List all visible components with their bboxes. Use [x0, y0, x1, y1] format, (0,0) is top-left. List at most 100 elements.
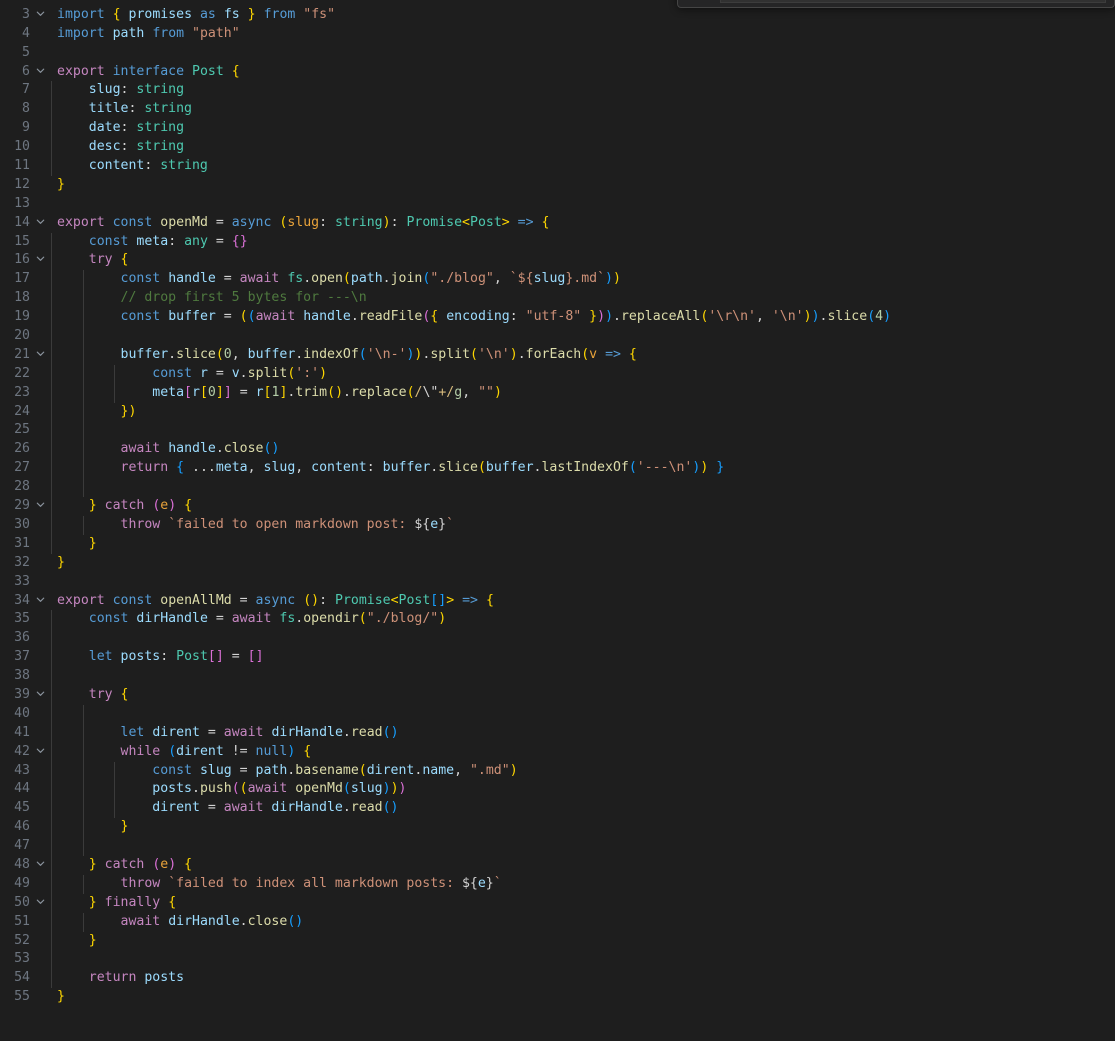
line-number: 32	[14, 554, 30, 570]
code-line[interactable]: 18 // drop first 5 bytes for ---\n	[0, 289, 1115, 309]
code-line[interactable]: 39 try {	[0, 685, 1115, 705]
code-line[interactable]: 53	[0, 950, 1115, 970]
code-line[interactable]: 12}	[0, 176, 1115, 195]
code-line[interactable]: 21 buffer.slice(0, buffer.indexOf('\n-')…	[0, 345, 1115, 365]
code-line[interactable]: 11 content: string	[0, 157, 1115, 176]
code-line[interactable]: 37 let posts: Post[] = []	[0, 648, 1115, 668]
code-line[interactable]: 24 })	[0, 402, 1115, 422]
code-line[interactable]: 55}	[0, 988, 1115, 1007]
chevron-down-icon[interactable]	[30, 592, 50, 611]
code-line[interactable]: 41 let dirent = await dirHandle.read()	[0, 723, 1115, 743]
code-line[interactable]: 31 }	[0, 534, 1115, 554]
code-line[interactable]: 28	[0, 478, 1115, 498]
chevron-down-icon[interactable]	[30, 686, 50, 705]
code-line[interactable]: 35 const dirHandle = await fs.opendir(".…	[0, 610, 1115, 630]
code-line[interactable]: 26 await handle.close()	[0, 440, 1115, 460]
chevron-down-icon[interactable]	[30, 497, 50, 516]
line-number: 54	[14, 970, 30, 986]
token: )	[493, 384, 502, 400]
token: buffer	[120, 346, 169, 362]
token: }	[120, 819, 129, 835]
chevron-down-icon[interactable]	[30, 6, 50, 25]
token: forEach	[525, 346, 582, 362]
code-line[interactable]: 20	[0, 327, 1115, 346]
token: (	[327, 384, 336, 400]
token: {	[231, 233, 240, 249]
code-line[interactable]: 46 }	[0, 818, 1115, 838]
token: =	[231, 592, 256, 608]
token: .	[342, 724, 351, 740]
code-line[interactable]: 6 export interface Post {	[0, 63, 1115, 82]
chevron-down-icon[interactable]	[30, 856, 50, 875]
code-line[interactable]: 40	[0, 704, 1115, 724]
code-line[interactable]: 8 title: string	[0, 100, 1115, 120]
token: )	[509, 762, 518, 778]
code-line[interactable]: 29 } catch (e) {	[0, 497, 1115, 516]
code-line[interactable]: 14 export const openMd = async (slug: str…	[0, 214, 1115, 233]
code-line[interactable]: 32}	[0, 554, 1115, 573]
token: `failed to index all markdown posts:	[168, 875, 462, 891]
chevron-down-icon[interactable]	[30, 63, 50, 82]
code-line[interactable]: 16 try {	[0, 251, 1115, 271]
chevron-down-icon[interactable]	[30, 743, 50, 762]
code-line[interactable]: 51 await dirHandle.close()	[0, 912, 1115, 932]
code-line[interactable]: 4 import path from "path"	[0, 25, 1115, 44]
code-line[interactable]: 36	[0, 629, 1115, 649]
code-line[interactable]: 47	[0, 837, 1115, 856]
code-line[interactable]: 5	[0, 44, 1115, 63]
code-line[interactable]: 54 return posts	[0, 969, 1115, 989]
token: Post	[176, 649, 208, 665]
code-line[interactable]: 3 import { promises as fs } from "fs"	[0, 6, 1115, 25]
token: {	[485, 592, 494, 608]
code-line[interactable]: 10 desc: string	[0, 138, 1115, 158]
code-line[interactable]: 48 } catch (e) {	[0, 855, 1115, 875]
token: ,	[454, 762, 470, 778]
code-line[interactable]: 17 const handle = await fs.open(path.joi…	[0, 270, 1115, 290]
token: {	[112, 6, 121, 22]
code-line[interactable]: 38	[0, 667, 1115, 686]
code-line[interactable]: 19 const buffer = ((await handle.readFil…	[0, 308, 1115, 328]
chevron-down-icon[interactable]	[30, 251, 50, 270]
token: const	[112, 592, 153, 608]
code-line[interactable]: 25	[0, 421, 1115, 441]
code-line[interactable]: 22 const r = v.split(':')	[0, 364, 1115, 384]
token: string	[334, 214, 383, 230]
token: ]	[255, 649, 264, 665]
code-line[interactable]: 50 } finally {	[0, 893, 1115, 913]
code-editor[interactable]: 23 import { promises as fs } from "fs" 4 im…	[0, 0, 1115, 1041]
token: async	[231, 214, 272, 230]
token: posts	[120, 649, 161, 665]
token: ${	[414, 516, 431, 532]
code-line[interactable]: 34 export const openAllMd = async (): Pro…	[0, 592, 1115, 611]
code-line[interactable]: 23 meta[r[0]] = r[1].trim().replace(/\"+…	[0, 383, 1115, 403]
code-line[interactable]: 13	[0, 195, 1115, 214]
code-line-text: let posts: Post[] = []	[50, 648, 1115, 668]
chevron-down-icon[interactable]	[30, 894, 50, 913]
code-line[interactable]: 43 const slug = path.basename(dirent.nam…	[0, 761, 1115, 781]
chevron-down-icon[interactable]	[30, 346, 50, 365]
code-line[interactable]: 42 while (dirent != null) {	[0, 742, 1115, 762]
code-line[interactable]: 44 posts.push((await openMd(slug)))	[0, 780, 1115, 800]
token: `${	[509, 271, 534, 287]
code-line[interactable]: 52 }	[0, 931, 1115, 951]
code-line[interactable]: 45 dirent = await dirHandle.read()	[0, 799, 1115, 819]
line-number: 20	[14, 328, 30, 344]
code-line[interactable]: 30 throw `failed to open markdown post: …	[0, 515, 1115, 535]
token: <	[390, 592, 399, 608]
code-line-text: let dirent = await dirHandle.read()	[50, 723, 1115, 743]
code-line[interactable]: 7 slug: string	[0, 81, 1115, 101]
code-line-text: desc: string	[50, 138, 1115, 158]
code-line[interactable]: 27 return { ...meta, slug, content: buff…	[0, 459, 1115, 479]
code-line[interactable]: 33	[0, 573, 1115, 592]
code-line[interactable]: 9 date: string	[0, 119, 1115, 139]
token: "utf-8"	[525, 309, 582, 325]
code-line[interactable]: 15 const meta: any = {}	[0, 232, 1115, 252]
code-lines-container[interactable]: 23 import { promises as fs } from "fs" 4 im…	[0, 0, 1115, 1007]
code-line[interactable]: 49 throw `failed to index all markdown p…	[0, 874, 1115, 894]
chevron-down-icon[interactable]	[30, 214, 50, 233]
token: `	[446, 516, 455, 532]
